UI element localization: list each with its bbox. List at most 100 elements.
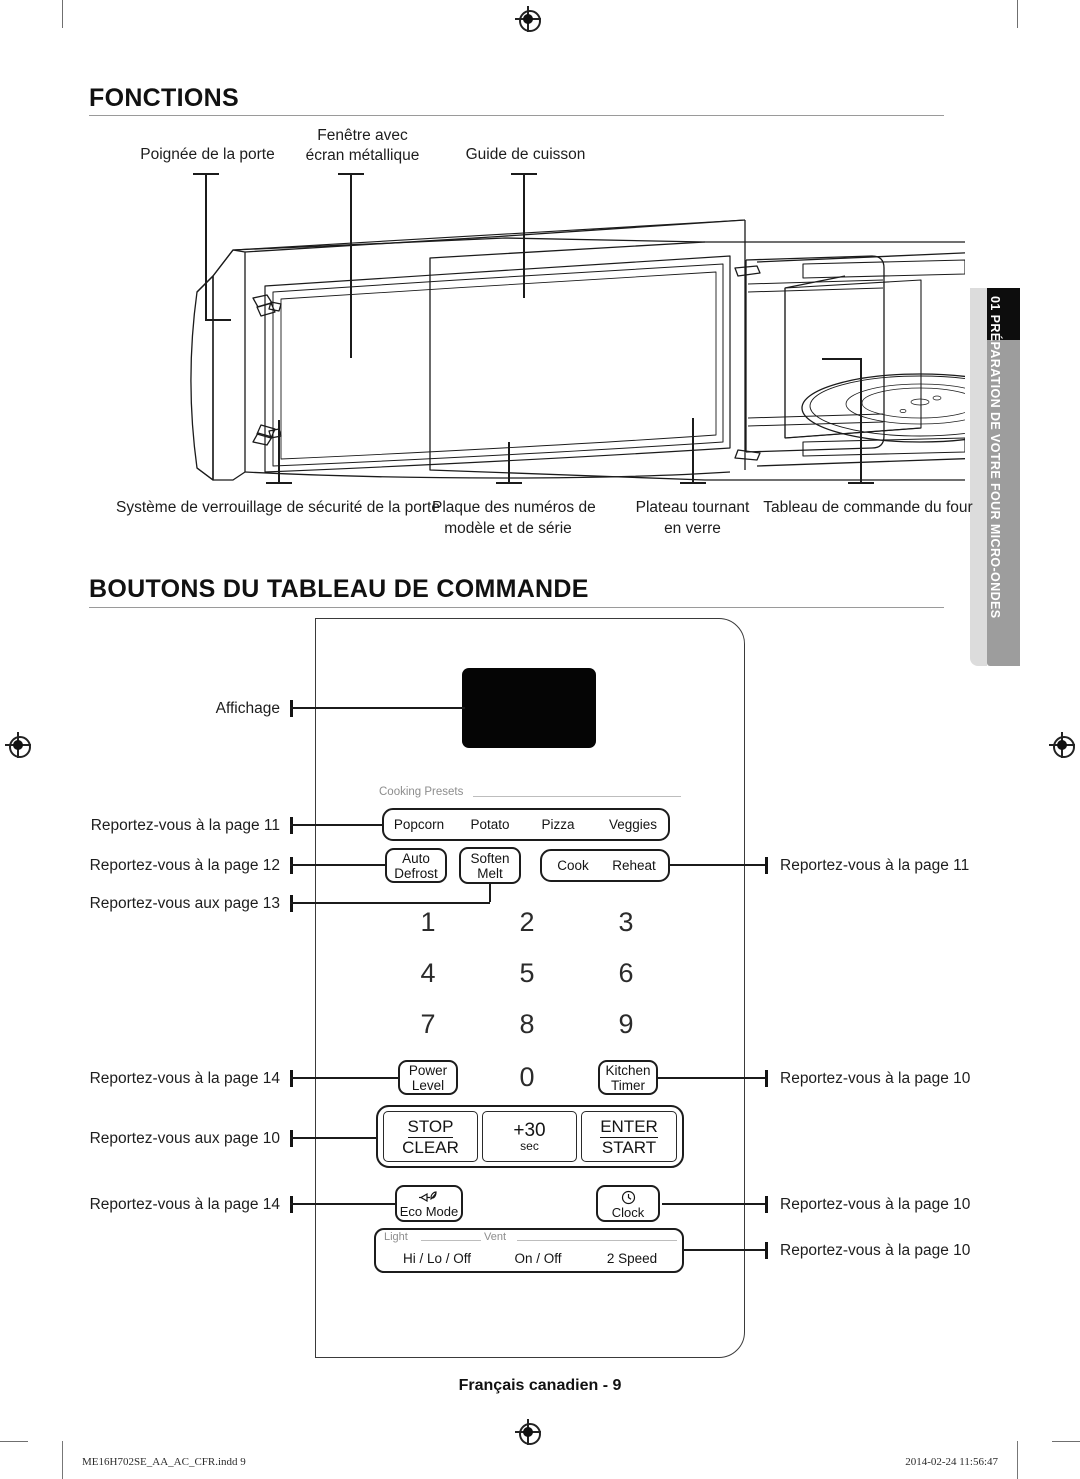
keypad-button-2[interactable]: 2 bbox=[502, 907, 552, 938]
callout-window-label-line1: Fenêtre avec bbox=[317, 127, 408, 144]
power-level-label-line1: Power bbox=[408, 1062, 448, 1078]
callout-model-plate-label-line2: modèle et de série bbox=[444, 520, 572, 537]
enter-start-button[interactable]: ENTER START bbox=[581, 1111, 677, 1162]
page-footer-title: Français canadien - 9 bbox=[458, 1377, 622, 1394]
vent-group-label: Vent bbox=[481, 1231, 510, 1243]
auto-defrost-label-line2: Defrost bbox=[394, 865, 438, 881]
callout-clock-label: Reportez-vous à la page 10 bbox=[780, 1196, 971, 1213]
callout-door-lock-label: Système de verrouillage de sécurité de l… bbox=[116, 499, 440, 516]
clock-icon bbox=[621, 1190, 636, 1205]
registration-mark-right bbox=[1049, 732, 1075, 758]
keypad-button-1[interactable]: 1 bbox=[403, 907, 453, 938]
callout-eco-mode-line bbox=[290, 1203, 395, 1205]
preset-pizza-button[interactable]: Pizza bbox=[530, 808, 586, 841]
leader-turntable-cap bbox=[680, 482, 706, 484]
callout-power-level-label: Reportez-vous à la page 14 bbox=[89, 1070, 280, 1087]
clock-button[interactable]: Clock bbox=[596, 1185, 660, 1222]
callout-presets-line bbox=[290, 824, 382, 826]
reheat-button[interactable]: Reheat bbox=[602, 849, 666, 882]
callout-door-handle-label: Poignée de la porte bbox=[140, 146, 275, 163]
soften-melt-label-line2: Melt bbox=[477, 865, 503, 881]
preset-veggies-button[interactable]: Veggies bbox=[600, 808, 666, 841]
vent-group-line bbox=[517, 1240, 677, 1241]
plus-30-label: +30 bbox=[513, 1119, 546, 1141]
preset-potato-button[interactable]: Potato bbox=[459, 808, 521, 841]
start-label: START bbox=[601, 1137, 657, 1157]
leader-model-plate-cap bbox=[496, 482, 522, 484]
leader-door-lock-cap bbox=[266, 482, 292, 484]
soften-melt-leader-stem bbox=[489, 884, 491, 902]
keypad-button-7[interactable]: 7 bbox=[403, 1009, 453, 1040]
features-heading: FONCTIONS bbox=[89, 84, 239, 112]
footer-rule-right bbox=[1017, 1441, 1018, 1479]
stop-clear-button[interactable]: STOP CLEAR bbox=[383, 1111, 478, 1162]
light-hi-lo-off-button[interactable]: Hi / Lo / Off bbox=[382, 1246, 492, 1270]
footer-rule-left bbox=[62, 1441, 63, 1479]
keypad-button-0[interactable]: 0 bbox=[502, 1062, 552, 1093]
callout-light-vent-line bbox=[682, 1249, 765, 1251]
kitchen-timer-label-line2: Timer bbox=[611, 1077, 645, 1093]
callout-eco-mode-label: Reportez-vous à la page 14 bbox=[89, 1196, 280, 1213]
eco-mode-button[interactable]: Eco Mode bbox=[395, 1185, 463, 1222]
features-heading-rule bbox=[89, 115, 944, 116]
power-level-label-line2: Level bbox=[411, 1077, 445, 1093]
vent-2-speed-button[interactable]: 2 Speed bbox=[584, 1246, 680, 1270]
soften-melt-label-line1: Soften bbox=[470, 850, 510, 866]
callout-keypad-label: Reportez-vous aux page 13 bbox=[89, 895, 280, 912]
leader-control-panel-top bbox=[822, 358, 862, 360]
leader-control-panel-cap bbox=[848, 482, 874, 484]
registration-mark-left bbox=[5, 732, 31, 758]
keypad-button-6[interactable]: 6 bbox=[601, 958, 651, 989]
callout-defrost-label: Reportez-vous à la page 12 bbox=[89, 857, 280, 874]
clock-label: Clock bbox=[611, 1204, 645, 1220]
display-screen bbox=[462, 668, 596, 748]
soften-melt-button[interactable]: Soften Melt bbox=[459, 847, 521, 884]
callout-keypad-line bbox=[290, 902, 415, 904]
plus-30-sec-button[interactable]: +30 sec bbox=[482, 1111, 577, 1162]
keypad-button-9[interactable]: 9 bbox=[601, 1009, 651, 1040]
crop-mark-top-right bbox=[1017, 0, 1018, 28]
cook-button[interactable]: Cook bbox=[545, 849, 601, 882]
cooking-presets-group-label: Cooking Presets bbox=[376, 786, 467, 798]
keypad-button-3[interactable]: 3 bbox=[601, 907, 651, 938]
registration-mark-top bbox=[515, 6, 541, 32]
callout-display-label: Affichage bbox=[215, 700, 280, 717]
callout-turntable-label-line1: Plateau tournant bbox=[635, 499, 750, 516]
keypad-button-5[interactable]: 5 bbox=[502, 958, 552, 989]
callout-clock-line bbox=[662, 1203, 765, 1205]
leader-door-lock-stem bbox=[278, 420, 280, 482]
eco-mode-label: Eco Mode bbox=[399, 1203, 459, 1219]
callout-cook-reheat-tick bbox=[765, 857, 768, 874]
callout-kitchen-timer-tick bbox=[765, 1070, 768, 1087]
crop-mark-top-left bbox=[62, 0, 63, 28]
callout-power-level-line bbox=[290, 1077, 398, 1079]
callout-clock-tick bbox=[765, 1196, 768, 1213]
power-level-button[interactable]: Power Level bbox=[398, 1060, 458, 1095]
light-group-label: Light bbox=[381, 1231, 411, 1243]
callout-light-vent-tick bbox=[765, 1242, 768, 1259]
callout-light-vent-label: Reportez-vous à la page 10 bbox=[780, 1242, 971, 1259]
footer-filename: ME16H702SE_AA_AC_CFR.indd 9 bbox=[82, 1456, 246, 1468]
leader-model-plate-stem bbox=[508, 442, 510, 482]
auto-defrost-label-line1: Auto bbox=[402, 850, 430, 866]
crop-mark-right-upper bbox=[1052, 1441, 1080, 1442]
kitchen-timer-label-line1: Kitchen bbox=[605, 1062, 651, 1078]
keypad-button-8[interactable]: 8 bbox=[502, 1009, 552, 1040]
kitchen-timer-button[interactable]: Kitchen Timer bbox=[598, 1060, 658, 1095]
crop-mark-left-upper bbox=[0, 1441, 28, 1442]
callout-control-panel-label: Tableau de commande du four bbox=[763, 499, 973, 516]
leader-turntable-stem bbox=[692, 418, 694, 482]
preset-popcorn-button[interactable]: Popcorn bbox=[388, 808, 450, 841]
cooking-presets-group-line bbox=[473, 796, 681, 797]
keypad-button-4[interactable]: 4 bbox=[403, 958, 453, 989]
control-panel-heading: BOUTONS DU TABLEAU DE COMMANDE bbox=[89, 575, 589, 603]
callout-stopclear-line bbox=[290, 1137, 376, 1139]
sec-label: sec bbox=[520, 1138, 539, 1153]
footer-timestamp: 2014-02-24 11:56:47 bbox=[905, 1456, 998, 1468]
registration-mark-bottom bbox=[515, 1419, 541, 1445]
vent-on-off-button[interactable]: On / Off bbox=[492, 1246, 584, 1270]
auto-defrost-button[interactable]: Auto Defrost bbox=[385, 848, 447, 883]
section-tab-label: 01 PRÉPARATION DE VOTRE FOUR MICRO-ONDES bbox=[988, 296, 1002, 619]
enter-label: ENTER bbox=[600, 1116, 658, 1138]
light-group-line bbox=[421, 1240, 481, 1241]
